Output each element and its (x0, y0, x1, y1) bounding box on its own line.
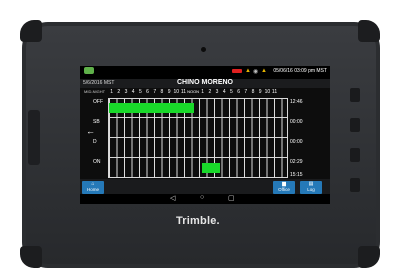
warning-icon: ▲ (245, 68, 251, 74)
android-nav-bar: ◁ ○ ▢ (80, 194, 330, 204)
hour-label: 6 (146, 89, 149, 95)
battery-icon (232, 69, 242, 73)
hour-label: 4 (131, 89, 135, 95)
hours-header: 1 2 3 4 5 6 7 8 9 10 11NOON 1 2 3 4 5 6 7 8 9 10 11 (108, 89, 278, 95)
row-label-d: D (93, 139, 97, 145)
hour-label: 1 (110, 89, 113, 95)
duty-bar-on (201, 163, 221, 173)
hour-label: 3 (124, 89, 128, 95)
side-button[interactable] (350, 148, 360, 162)
office-label: Office (278, 187, 290, 192)
hour-label: 5 (138, 89, 142, 95)
hour-label: 2 (208, 89, 212, 95)
side-button[interactable] (350, 178, 360, 192)
title-bar: 5/6/2016 MST CHINO MORENO (80, 79, 330, 88)
hour-label: 1 (201, 89, 205, 95)
row-label-sb: SB (93, 119, 100, 125)
alert-icon: ▲ (261, 68, 267, 74)
hour-label: 11 (271, 89, 278, 95)
hour-label: 8 (251, 89, 255, 95)
gps-icon: ◉ (253, 69, 259, 75)
hour-label: 8 (160, 89, 164, 95)
corner-bumper (20, 20, 42, 42)
corner-bumper (358, 20, 380, 42)
trimble-logo: Trimble. (176, 215, 220, 227)
driver-name: CHINO MORENO (177, 79, 233, 86)
hour-label: 3 (215, 89, 219, 95)
side-button[interactable] (350, 118, 360, 132)
corner-bumper (20, 246, 42, 268)
home-nav-icon[interactable]: ○ (200, 194, 204, 201)
home-button[interactable]: ⌂ Home (82, 181, 104, 194)
hour-label: 4 (222, 89, 226, 95)
hour-label: 7 (244, 89, 248, 95)
log-label: Log (307, 187, 315, 192)
side-button[interactable] (350, 88, 360, 102)
hos-grid (108, 98, 288, 178)
grid-row (109, 117, 287, 135)
hos-grid-area: MID-NIGHT 1 2 3 4 5 6 7 8 9 10 11NOON 1 2 3 4 5 6 7 8 9 10 11… (80, 88, 330, 179)
hour-label: 11 (180, 89, 187, 95)
duty-bar-off (109, 103, 195, 113)
back-icon[interactable]: ◁ (170, 194, 175, 202)
back-arrow-icon[interactable]: ← (86, 126, 95, 136)
hour-label: 10 (173, 89, 180, 95)
hour-label: 5 (230, 89, 233, 95)
row-label-on: ON (93, 159, 101, 165)
row-total-d: 00:00 (290, 139, 303, 145)
home-label: Home (86, 187, 99, 192)
hour-label: 10 (264, 89, 271, 95)
hour-label: NOON (187, 89, 200, 94)
screen: ▲ ◉ ▲ 05/06/16 03:09 pm MST 5/6/2016 MST… (80, 66, 330, 204)
status-bar: ▲ ◉ ▲ 05/06/16 03:09 pm MST (80, 66, 330, 79)
hour-label: 7 (153, 89, 157, 95)
row-label-off: OFF (93, 99, 103, 105)
hour-label: 9 (167, 89, 171, 95)
hour-label: 9 (258, 89, 262, 95)
row-total-off: 12:46 (290, 99, 303, 105)
side-grip (28, 110, 40, 165)
grand-total: 15:15 (290, 172, 303, 178)
office-button[interactable]: ▆ Office (273, 181, 295, 194)
grid-row (109, 157, 287, 175)
row-total-sb: 00:00 (290, 119, 303, 125)
midnight-label: MID-NIGHT (84, 89, 106, 94)
status-datetime: 05/06/16 03:09 pm MST (273, 68, 327, 74)
grid-row (109, 137, 287, 155)
hour-label: 2 (117, 89, 121, 95)
app-logo-icon (84, 67, 94, 74)
front-camera (201, 47, 206, 52)
hour-label: 6 (237, 89, 240, 95)
log-button[interactable]: ▤ Log (300, 181, 322, 194)
corner-bumper (358, 246, 380, 268)
bottom-toolbar: ⌂ Home ▆ Office ▤ Log (80, 179, 330, 194)
recents-icon[interactable]: ▢ (228, 194, 235, 202)
row-total-on: 02:29 (290, 159, 303, 165)
